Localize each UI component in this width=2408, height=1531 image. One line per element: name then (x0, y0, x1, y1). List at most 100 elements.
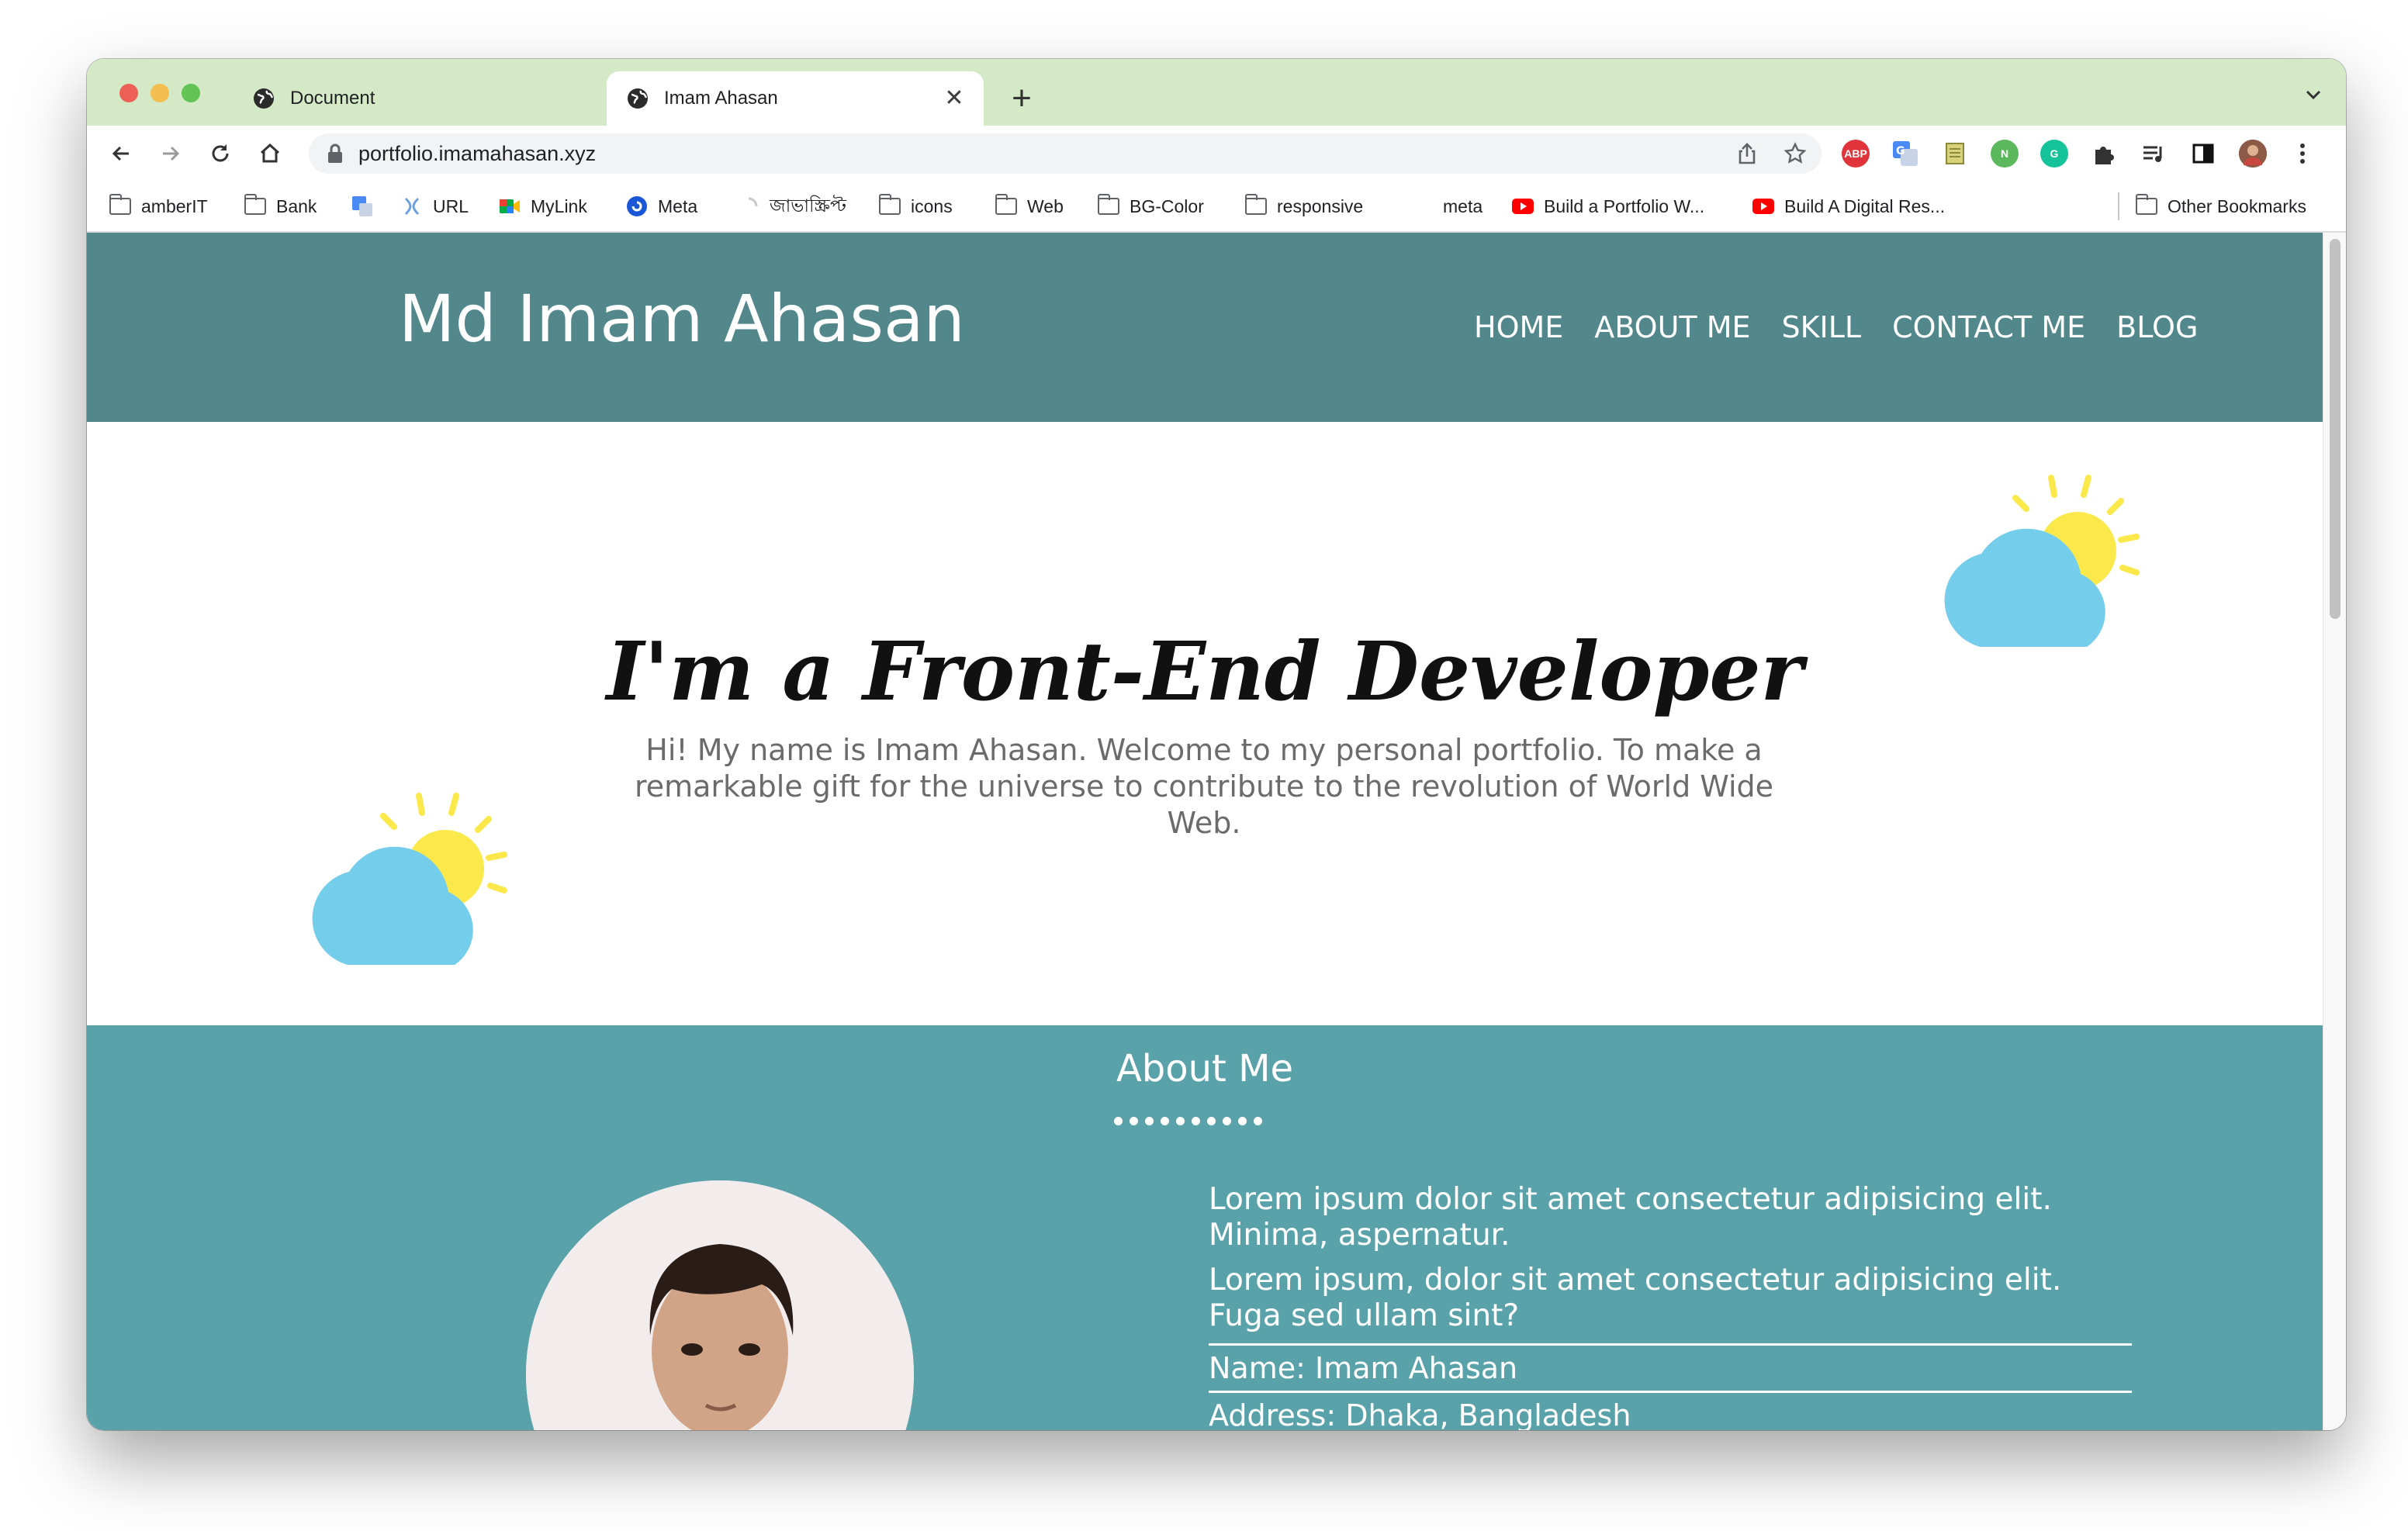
profile-avatar[interactable] (2239, 140, 2267, 168)
side-panel-icon[interactable] (2189, 140, 2217, 168)
about-paragraph: Lorem ipsum dolor sit amet consectetur a… (1209, 1182, 2052, 1253)
bookmark-javascript[interactable]: জাভাস্ক্রিপ্ট (737, 181, 846, 231)
nav-contact-me[interactable]: CONTACT ME (1892, 310, 2085, 344)
youtube-icon (1752, 197, 1775, 216)
bookmark-amberit[interactable]: amberIT (109, 181, 208, 231)
google-translate-icon (351, 196, 374, 216)
google-meet-icon (498, 197, 521, 216)
about-section: About Me Lorem ipsum dolor sit amet cons (87, 1025, 2323, 1430)
about-paragraph: Lorem ipsum, dolor sit amet consectetur … (1209, 1263, 2062, 1333)
tab-title: Document (290, 88, 375, 109)
site-brand[interactable]: Md Imam Ahasan (399, 281, 965, 357)
reload-button[interactable] (203, 137, 237, 171)
bookmark-star-icon[interactable] (1783, 141, 1808, 166)
hero-title: I'm a Front-End Developer (606, 624, 1804, 719)
forward-arrow-icon (163, 146, 180, 161)
tab-search-chevron-icon[interactable] (2299, 81, 2327, 109)
tab-title: Imam Ahasan (664, 88, 778, 109)
site-header: Md Imam Ahasan HOME ABOUT ME SKILL CONTA… (87, 233, 2323, 422)
title-divider-dots (1114, 1117, 1262, 1125)
about-details: Lorem ipsum dolor sit amet consectetur a… (1209, 1182, 2132, 1430)
bookmark-label: amberIT (141, 195, 208, 216)
bookmark-icons[interactable]: icons (878, 181, 953, 231)
page-scrollbar[interactable] (2323, 233, 2346, 1430)
folder-icon (244, 194, 266, 215)
notes-extension-icon[interactable] (1941, 140, 1969, 168)
lock-icon (328, 143, 342, 163)
bookmark-meta[interactable]: Meta (625, 181, 697, 231)
close-window-button[interactable] (119, 84, 138, 102)
browser-toolbar: portfolio.imamahasan.xyz ABP G N G (87, 126, 2346, 181)
bookmark-label: BG-Color (1130, 195, 1204, 216)
url-shortener-icon (400, 197, 424, 216)
folder-icon (109, 194, 131, 215)
bookmark-label: Meta (658, 195, 698, 216)
tab-imam-ahasan[interactable]: Imam Ahasan ✕ (607, 71, 984, 126)
browser-window: Document ✕ Imam Ahasan ✕ + (87, 59, 2346, 1430)
bookmark-bank[interactable]: Bank (244, 181, 317, 231)
about-name: Name: Imam Ahasan (1209, 1343, 2132, 1391)
folder-icon (878, 194, 901, 215)
nav-blog[interactable]: BLOG (2116, 310, 2198, 344)
minimize-window-button[interactable] (150, 84, 169, 102)
maximize-window-button[interactable] (182, 84, 200, 102)
bookmark-label: URL (433, 195, 469, 216)
google-translate-extension-icon[interactable]: G (1891, 140, 1919, 168)
loading-icon (737, 197, 760, 216)
reading-list-icon[interactable] (2140, 140, 2168, 168)
hero-subtitle: Hi! My name is Imam Ahasan. Welcome to m… (634, 733, 1774, 840)
extensions-puzzle-icon[interactable] (2090, 140, 2118, 168)
bookmark-label: Bank (276, 195, 317, 216)
url-text: portfolio.imamahasan.xyz (358, 142, 597, 165)
bookmark-label: Other Bookmarks (2168, 195, 2306, 216)
grammarly-extension-icon[interactable]: G (2040, 140, 2068, 168)
new-tab-button[interactable]: + (1001, 78, 1043, 119)
folder-icon (995, 194, 1017, 215)
bookmark-label: MyLink (531, 195, 587, 216)
globe-icon (625, 86, 650, 111)
more-menu-icon[interactable] (2289, 140, 2316, 168)
bookmark-meta-lower[interactable]: meta (1443, 181, 1483, 231)
bookmark-label: জাভাস্ক্রিপ্ট (770, 195, 846, 216)
bookmark-youtube-portfolio[interactable]: Build a Portfolio W... (1511, 181, 1704, 231)
reload-icon (212, 144, 229, 162)
back-arrow-icon (112, 146, 129, 161)
bookmark-responsive[interactable]: responsive (1244, 181, 1363, 231)
share-icon[interactable] (1735, 141, 1759, 166)
n-extension-icon[interactable]: N (1991, 140, 2019, 168)
bookmark-translate[interactable] (351, 181, 383, 231)
bookmark-mylink[interactable]: MyLink (498, 181, 587, 231)
about-title: About Me (1116, 1047, 1294, 1090)
bookmark-web[interactable]: Web (995, 181, 1064, 231)
folder-icon (1244, 194, 1267, 215)
bookmark-label: Build a Portfolio W... (1544, 195, 1705, 216)
nav-about-me[interactable]: ABOUT ME (1594, 310, 1750, 344)
bookmark-url[interactable]: URL (400, 181, 469, 231)
address-bar[interactable]: portfolio.imamahasan.xyz (309, 133, 1822, 174)
meta-icon (625, 196, 649, 216)
tab-strip: Document ✕ Imam Ahasan ✕ + (87, 59, 2346, 126)
home-icon (260, 143, 280, 163)
adblock-extension-icon[interactable]: ABP (1842, 140, 1870, 168)
scrollbar-thumb[interactable] (2330, 239, 2341, 619)
back-button[interactable] (104, 137, 138, 171)
bookmark-label: Build A Digital Res... (1784, 195, 1946, 216)
site-nav: HOME ABOUT ME SKILL CONTACT ME BLOG (1474, 310, 2198, 344)
sun-cloud-icon (312, 793, 507, 965)
close-tab-icon[interactable]: ✕ (942, 86, 967, 111)
bookmark-label: icons (911, 195, 953, 216)
about-address: Address: Dhaka, Bangladesh (1209, 1391, 2132, 1430)
bookmark-bg-color[interactable]: BG-Color (1097, 181, 1204, 231)
bookmark-other[interactable]: Other Bookmarks (2135, 181, 2306, 231)
nav-home[interactable]: HOME (1474, 310, 1563, 344)
folder-icon (1097, 194, 1119, 215)
bookmark-label: responsive (1277, 195, 1364, 216)
globe-icon (251, 86, 276, 111)
bookmark-youtube-digital[interactable]: Build A Digital Res... (1752, 181, 1945, 231)
svg-text:G: G (1896, 145, 1905, 157)
nav-skill[interactable]: SKILL (1782, 310, 1862, 344)
home-button[interactable] (253, 137, 287, 171)
bookmarks-bar: amberIT Bank URL MyLink Meta জাভাস্ক্রিপ… (87, 181, 2346, 233)
forward-button[interactable] (154, 137, 188, 171)
youtube-icon (1511, 197, 1534, 216)
